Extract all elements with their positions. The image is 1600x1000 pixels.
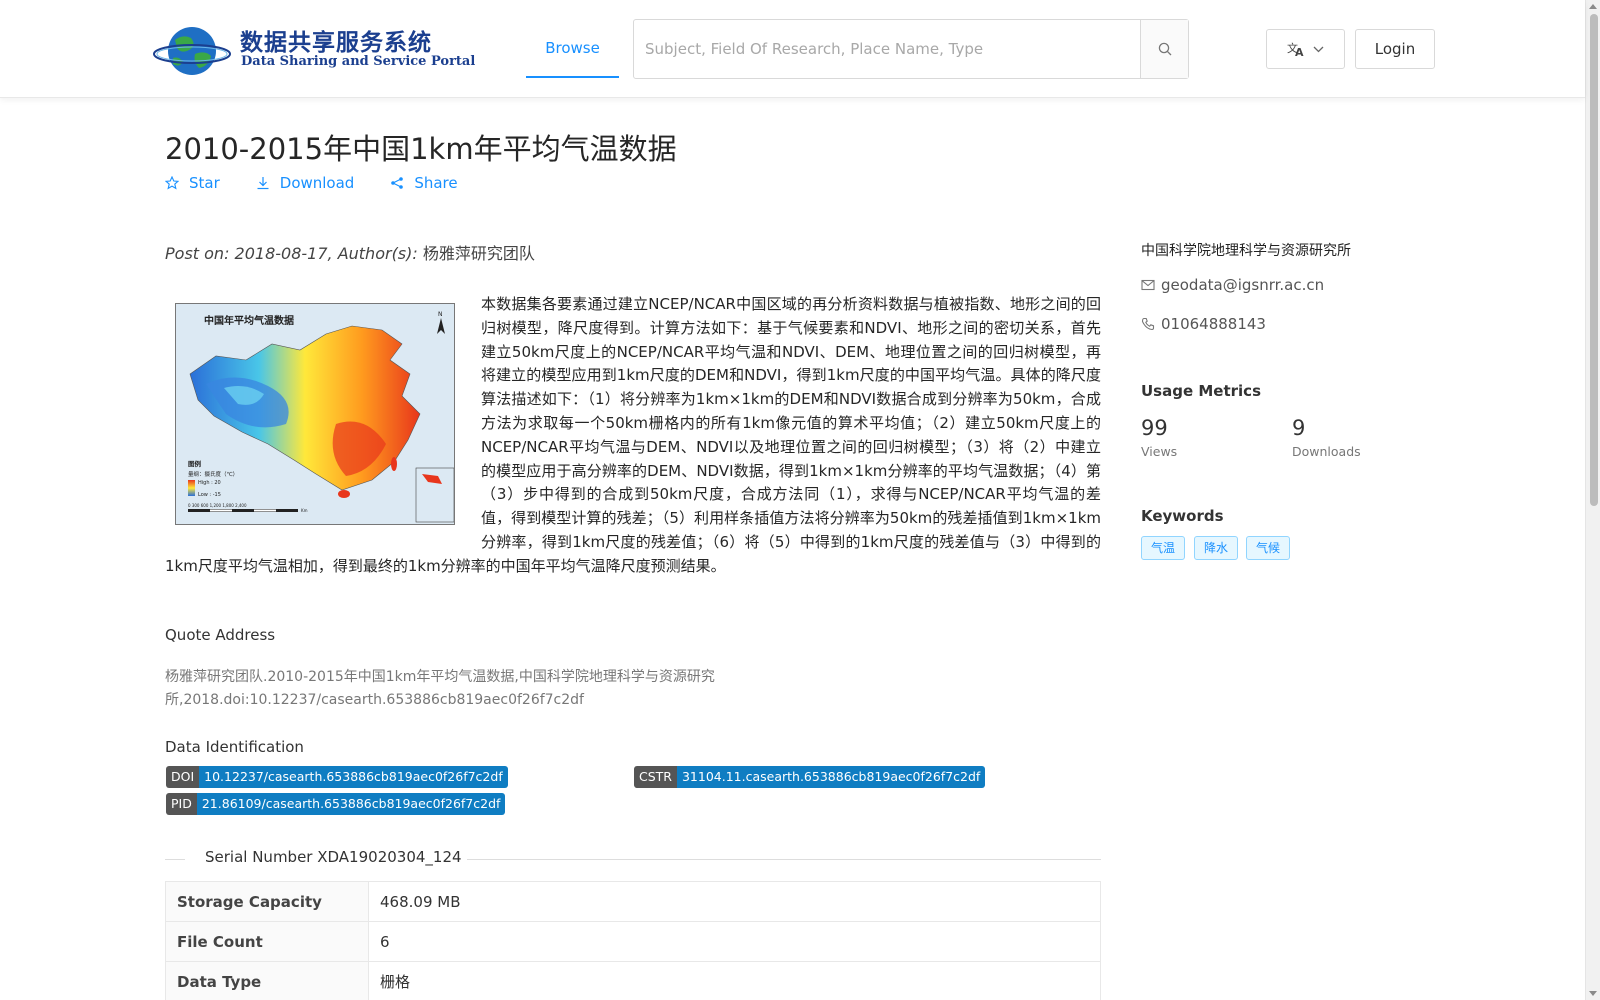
search-input[interactable] (634, 20, 1142, 78)
legend-subtitle: 量纲：摄氏度（℃） (188, 470, 238, 478)
site-logo[interactable]: 数据共享服务系统 Data Sharing and Service Portal (153, 20, 475, 80)
abstract-block: 中国年平均气温数据 N 图例 量纲：摄氏度（℃） High : 20 Low :… (165, 293, 1101, 579)
post-date: Post on: 2018-08-17, Author(s): (165, 244, 423, 263)
star-icon (165, 176, 179, 190)
quote-address-text: 杨雅萍研究团队.2010-2015年中国1km年平均气温数据,中国科学院地理科学… (165, 669, 715, 708)
download-button[interactable]: Download (256, 174, 355, 192)
detail-key: File Count (165, 921, 369, 962)
views-count: 99 (1141, 416, 1168, 440)
logo-title-cn: 数据共享服务系统 (240, 29, 432, 56)
legend-low: Low : -15 (198, 492, 221, 498)
svg-text:A: A (1295, 46, 1304, 57)
search-icon (1158, 42, 1171, 56)
pid-badge-value: 21.86109/casearth.653886cb819aec0f26f7c2… (196, 793, 506, 815)
cstr-badge[interactable]: CSTR 31104.11.casearth.653886cb819aec0f2… (634, 766, 986, 788)
language-switch-button[interactable]: 文 A (1266, 29, 1345, 69)
top-header: 数据共享服务系统 Data Sharing and Service Portal… (0, 0, 1585, 98)
email-text: geodata@igsnrr.ac.cn (1161, 276, 1325, 294)
usage-metrics-title: Usage Metrics (1141, 382, 1261, 400)
download-icon (257, 177, 269, 190)
data-identification-label: Data Identification (165, 738, 304, 756)
views-label: Views (1141, 444, 1178, 459)
downloads-count: 9 (1292, 416, 1306, 440)
downloads-label: Downloads (1292, 444, 1361, 459)
contact-email[interactable]: geodata@igsnrr.ac.cn (1141, 276, 1324, 294)
phone-text: 01064888143 (1161, 315, 1266, 333)
logo-title-en: Data Sharing and Service Portal (241, 54, 476, 69)
globe-logo-icon (153, 27, 231, 75)
detail-key: Storage Capacity (165, 881, 369, 922)
downloads-metric: 9 Downloads (1292, 416, 1361, 459)
page-scrollbar[interactable] (1585, 0, 1600, 1000)
cstr-badge-value: 31104.11.casearth.653886cb819aec0f26f7c2… (676, 766, 986, 788)
share-button[interactable]: Share (390, 174, 458, 192)
scale-bar-unit: Km (301, 508, 308, 513)
divider-line-left (165, 859, 185, 860)
chevron-down-icon (1313, 46, 1324, 52)
search-box (633, 19, 1189, 79)
doi-badge-value: 10.12237/casearth.653886cb819aec0f26f7c2… (199, 766, 508, 788)
scale-bar-labels: 0 300 600 1,200 1,800 2,400 (188, 503, 247, 508)
translate-icon: 文 A (1287, 41, 1304, 57)
serial-number-divider: Serial Number XDA19020304_124 (165, 848, 1101, 870)
table-row: File Count 6 (165, 921, 1101, 962)
post-info: Post on: 2018-08-17, Author(s): 杨雅萍研究团队 (165, 240, 535, 264)
legend-title: 图例 (188, 459, 202, 468)
detail-key: Data Type (165, 961, 369, 1000)
download-label: Download (279, 174, 355, 192)
detail-value: 栅格 (368, 961, 1101, 1000)
pid-badge[interactable]: PID 21.86109/casearth.653886cb819aec0f26… (166, 793, 506, 815)
pid-badge-key: PID (166, 793, 197, 815)
star-label: Star (189, 174, 220, 192)
detail-value: 6 (368, 921, 1101, 962)
star-button[interactable]: Star (165, 174, 220, 192)
scroll-up-icon[interactable] (1589, 4, 1597, 9)
dataset-actions: Star Download Share (165, 174, 494, 192)
scroll-down-icon[interactable] (1589, 991, 1597, 996)
keyword-tag[interactable]: 气温 (1141, 536, 1186, 560)
share-label: Share (414, 174, 458, 192)
doi-badge-key: DOI (166, 766, 200, 788)
dataset-details-table: Storage Capacity 468.09 MB File Count 6 … (165, 881, 1101, 1000)
dataset-thumbnail[interactable]: 中国年平均气温数据 N 图例 量纲：摄氏度（℃） High : 20 Low :… (175, 303, 455, 525)
phone-icon (1141, 317, 1155, 331)
table-row: Data Type 栅格 (165, 961, 1101, 1000)
mail-icon (1141, 279, 1155, 291)
keyword-tag[interactable]: 气候 (1246, 536, 1291, 560)
login-button[interactable]: Login (1355, 29, 1435, 69)
divider-line-right (467, 859, 1101, 860)
temperature-map-image: 中国年平均气温数据 N 图例 量纲：摄氏度（℃） High : 20 Low :… (176, 304, 454, 524)
author-link[interactable]: 杨雅萍研究团队 (423, 244, 535, 263)
map-title: 中国年平均气温数据 (204, 314, 294, 327)
views-metric: 99 Views (1141, 416, 1177, 459)
detail-value: 468.09 MB (368, 881, 1101, 922)
scrollbar-thumb[interactable] (1590, 14, 1598, 506)
doi-badge[interactable]: DOI 10.12237/casearth.653886cb819aec0f26… (166, 766, 508, 788)
cstr-badge-key: CSTR (634, 766, 677, 788)
contact-phone[interactable]: 01064888143 (1141, 315, 1266, 333)
quote-address-label: Quote Address (165, 626, 276, 644)
north-arrow-label: N (438, 311, 443, 318)
legend-high: High : 20 (198, 480, 221, 486)
serial-number: Serial Number XDA19020304_124 (205, 848, 462, 866)
search-button[interactable] (1140, 20, 1188, 78)
table-row: Storage Capacity 468.09 MB (165, 881, 1101, 922)
share-icon (391, 177, 404, 189)
keywords-title: Keywords (1141, 507, 1224, 525)
dataset-title: 2010-2015年中国1km年平均气温数据 (165, 132, 677, 166)
institution-name[interactable]: 中国科学院地理科学与资源研究所 (1141, 240, 1351, 260)
nav-browse-tab[interactable]: Browse (526, 22, 619, 78)
keyword-tag[interactable]: 降水 (1194, 536, 1239, 560)
